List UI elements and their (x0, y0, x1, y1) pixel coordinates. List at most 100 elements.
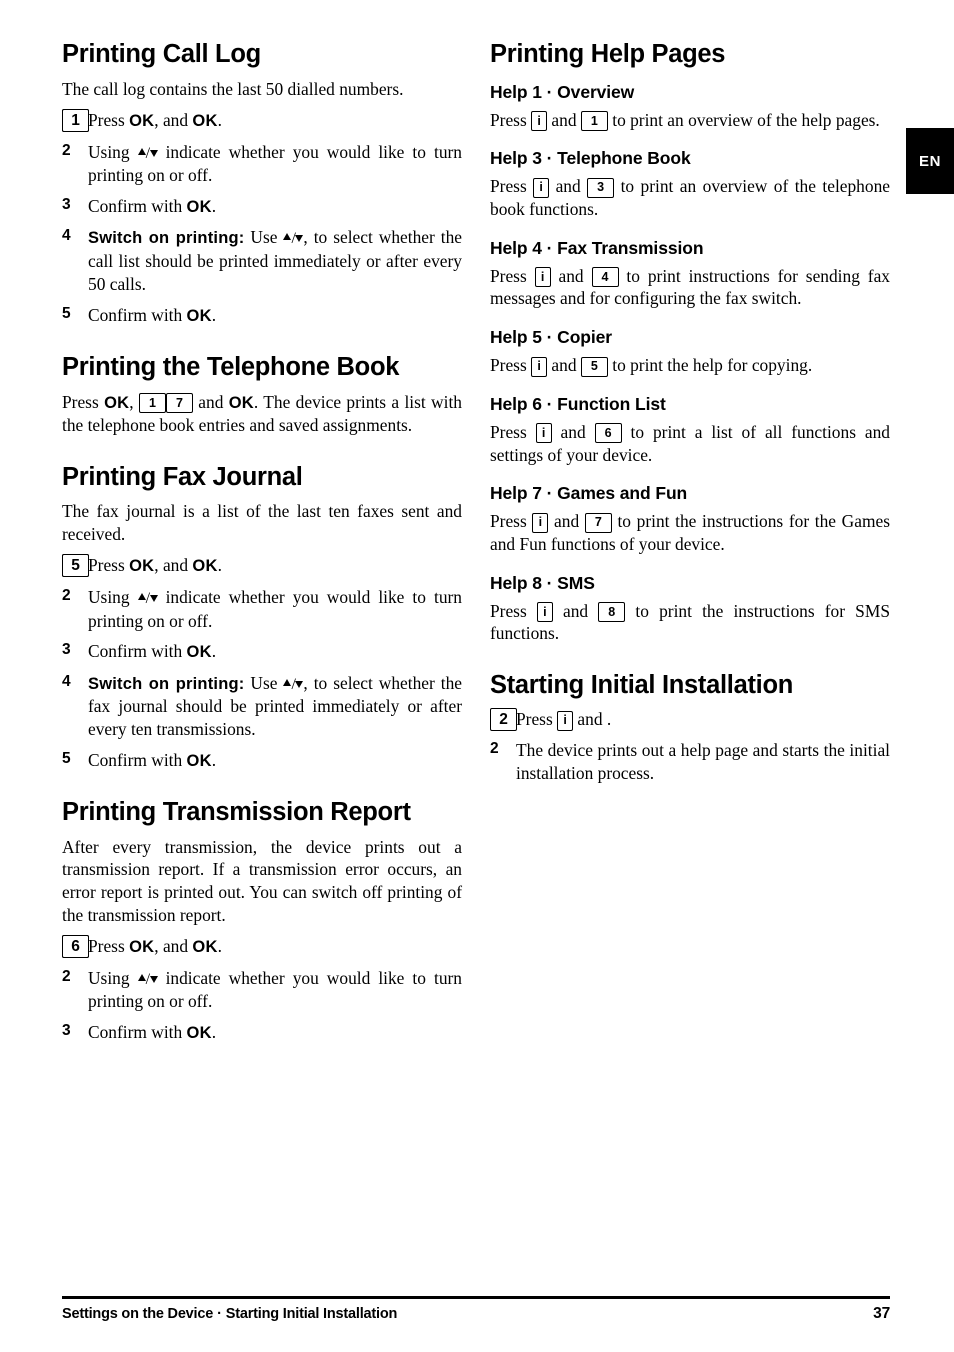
paragraph-mid: and (551, 421, 595, 442)
paragraph-comma: , (129, 391, 139, 412)
step-text-pre: Press (88, 555, 130, 576)
heading-help-4-fax-transmission: Help 4 · Fax Transmission (490, 237, 704, 258)
step-text-post: . (211, 196, 217, 217)
step-number: 2 (490, 740, 499, 758)
step-text-pre: Confirm with (88, 304, 187, 325)
footer-separator: · (217, 1306, 222, 1322)
keycap-digit: 5 (62, 554, 89, 578)
ok-key-label: OK (129, 938, 155, 957)
step-text: Switch on printing: Use /, to select whe… (88, 226, 462, 295)
step-text: Confirm with OK. (88, 640, 462, 663)
step-number: 2 (62, 967, 71, 985)
page-number: 37 (873, 1305, 890, 1322)
keycap-digit: 6 (62, 935, 89, 959)
ok-key-label: OK (186, 1024, 212, 1043)
info-key-icon: i (533, 177, 550, 198)
paragraph-help-8-sms: Press i and 8 to print the instructions … (490, 600, 890, 645)
paragraph-mid: and (547, 355, 581, 376)
step-number: 5 (62, 749, 71, 767)
info-key-icon: i (534, 267, 551, 288)
step-text-comma: , (154, 110, 163, 131)
intro-printing-fax-journal: The fax journal is a list of the last te… (62, 501, 462, 544)
footer-breadcrumb: Settings on the Device · Starting Initial … (62, 1306, 397, 1322)
paragraph-pre: Press (490, 176, 534, 197)
heading-help-1-overview: Help 1 · Overview (490, 81, 635, 102)
step-number: 4 (62, 672, 71, 690)
steps-printing-transmission-report: 1 Press OK, 36 and OK. 2 Using / indicat… (62, 935, 462, 1044)
paragraph-pre: Press (490, 109, 532, 130)
info-key-icon: i (536, 602, 553, 623)
step-text: Using / indicate whether you would like … (88, 586, 462, 632)
step-number: 3 (62, 196, 71, 214)
document-page: EN Printing Call Log The call log contai… (0, 0, 954, 1352)
keycap-digit: 2 (490, 708, 517, 732)
paragraph-mid: and (547, 109, 581, 130)
keycap-digit: 6 (594, 423, 622, 444)
paragraph-pre: Press (490, 265, 535, 286)
paragraph-mid: and (548, 511, 585, 532)
paragraph-mid: and (549, 176, 588, 197)
heading-help-3-telephone-book: Help 3 · Telephone Book (490, 148, 691, 169)
up-down-arrow-icon: / (137, 589, 158, 610)
paragraph-help-3-telephone-book: Press i and 3 to print an overview of th… (490, 175, 890, 220)
left-column: Printing Call Log The call log contains … (62, 40, 462, 1044)
up-down-arrow-icon: / (283, 229, 304, 250)
list-item: 3 Confirm with OK. (62, 640, 462, 663)
paragraph-pre: Press (490, 600, 537, 621)
step-text: Using / indicate whether you would like … (88, 967, 462, 1013)
step-text: Confirm with OK. (88, 304, 462, 327)
step-number: 5 (62, 304, 71, 322)
heading-printing-help-pages: Printing Help Pages (490, 40, 726, 68)
heading-starting-initial-installation: Starting Initial Installation (490, 670, 793, 699)
keycap-digit: 1 (138, 393, 166, 413)
up-down-arrow-icon: / (137, 970, 158, 991)
step-text: The device prints out a help page and st… (516, 740, 890, 783)
ok-key-label: OK (129, 557, 155, 576)
keycap-digit: 7 (584, 512, 612, 533)
heading-printing-fax-journal: Printing Fax Journal (62, 462, 303, 491)
step-text-post: . (217, 555, 222, 576)
paragraph-mid: and (550, 265, 592, 286)
list-item: 2 Using / indicate whether you would lik… (62, 967, 462, 1013)
language-tab: EN (906, 128, 954, 194)
step-text: Using / indicate whether you would like … (88, 141, 462, 187)
keycap-digit: 8 (598, 602, 626, 623)
footer-subsection: Starting Initial Installation (225, 1306, 398, 1322)
step-text-pre: Confirm with (88, 641, 187, 662)
step-text-post: . (217, 936, 222, 957)
list-item: 4 Switch on printing: Use /, to select w… (62, 226, 462, 295)
step-bold-lead: Switch on printing: (88, 229, 245, 248)
keycap-digit: 5 (580, 356, 608, 377)
keypad-keys: 17 (138, 392, 193, 413)
step-text-pre: Confirm with (88, 749, 187, 770)
step-text-post: . (606, 709, 612, 730)
step-text-post: . (211, 1022, 217, 1043)
step-number: 3 (62, 1022, 71, 1040)
step-text-post: . (211, 304, 217, 325)
info-key-icon: i (557, 710, 574, 731)
intro-printing-call-log: The call log contains the last 50 dialle… (62, 78, 404, 99)
intro-printing-transmission-report: After every transmission, the device pri… (62, 836, 462, 925)
paragraph-help-6-function-list: Press i and 6 to print a list of all fun… (490, 421, 890, 466)
ok-key-label: OK (228, 393, 254, 412)
ok-key-label: OK (129, 112, 155, 131)
list-item: 2 Using / indicate whether you would lik… (62, 586, 462, 632)
step-text-post: . (211, 641, 217, 662)
paragraph-pre: Press (490, 421, 536, 442)
step-number: 2 (62, 141, 71, 159)
keycap-digit: 1 (580, 111, 608, 132)
step-text-pre: Press (88, 110, 130, 131)
step-text-post: . (217, 110, 222, 131)
paragraph-help-4-fax-transmission: Press i and 4 to print instructions for … (490, 265, 890, 310)
heading-printing-call-log: Printing Call Log (62, 40, 261, 68)
footer-divider (62, 1296, 890, 1299)
list-item: 3 Confirm with OK. (62, 195, 462, 218)
step-text-comma: , (154, 936, 163, 957)
info-key-icon: i (531, 356, 548, 377)
up-down-arrow-icon: / (283, 675, 304, 696)
list-item: 1 Press OK, 35 and OK. (62, 554, 462, 578)
paragraph-pre: Press (62, 391, 105, 412)
step-text-pre: Confirm with (88, 1022, 187, 1043)
ok-key-label: OK (104, 393, 130, 412)
paragraph-mid: and (552, 600, 599, 621)
